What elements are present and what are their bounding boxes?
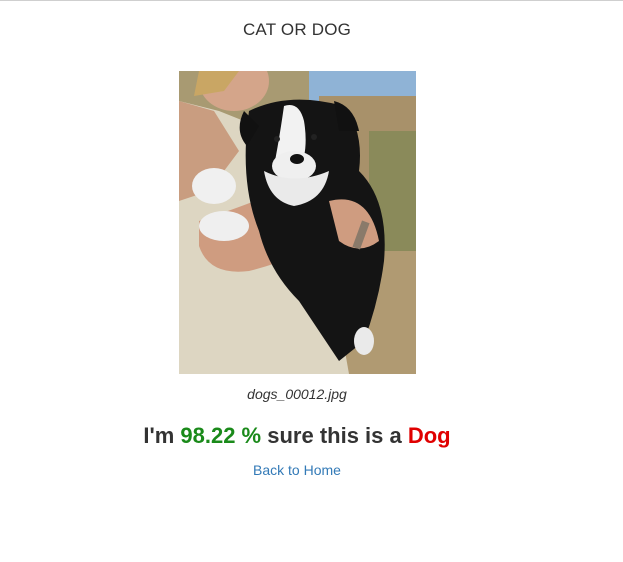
page: CAT OR DOG dogs_00012.jpg I'm 98.22 % su… bbox=[0, 0, 623, 562]
uploaded-image bbox=[179, 71, 416, 374]
image-filename: dogs_00012.jpg bbox=[247, 386, 347, 402]
confidence-value: 98.22 % bbox=[180, 423, 262, 448]
back-to-home-link[interactable]: Back to Home bbox=[253, 462, 341, 478]
result-prefix: I'm bbox=[143, 423, 181, 448]
prediction-result: I'm 98.22 % sure this is a Dog bbox=[0, 423, 594, 449]
result-middle: sure this is a bbox=[261, 423, 408, 448]
prediction-label: Dog bbox=[407, 423, 451, 448]
page-title: CAT OR DOG bbox=[242, 20, 352, 39]
top-divider bbox=[0, 0, 623, 1]
back-link-container: Back to Home bbox=[0, 462, 594, 478]
